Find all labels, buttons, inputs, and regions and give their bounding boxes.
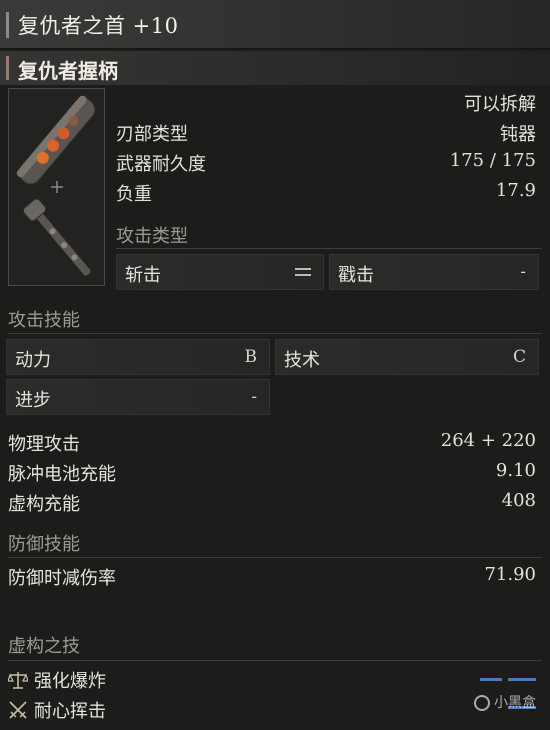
slash-cell: 斩击 xyxy=(116,254,324,290)
watermark: 小黑盒 xyxy=(474,692,536,712)
advance-cell: 进步 - xyxy=(6,379,270,415)
slash-label: 斩击 xyxy=(125,265,161,286)
pierce-value: - xyxy=(520,262,526,282)
weight-value: 17.9 xyxy=(495,180,536,201)
fable-gauge-segment-2 xyxy=(508,678,536,681)
advance-label: 进步 xyxy=(15,390,51,411)
balance-scale-icon xyxy=(8,672,28,689)
guard-reduction-label: 防御时减伤率 xyxy=(8,568,116,589)
fable-art-2: 耐心挥击 xyxy=(8,697,106,723)
motivity-grade: B xyxy=(244,347,258,367)
subtitle-accent xyxy=(6,56,9,80)
attack-type-heading: 攻击类型 xyxy=(116,226,188,247)
weight-label: 负重 xyxy=(116,184,152,205)
blade-type-label: 刃部类型 xyxy=(116,124,188,145)
guard-reduction-value: 71.90 xyxy=(484,564,536,585)
physical-attack-value: 264 + 220 xyxy=(440,430,536,451)
pulse-cell-value: 9.10 xyxy=(495,460,536,481)
blade-type-value: 钝器 xyxy=(500,124,536,145)
equals-icon xyxy=(295,268,311,276)
crossed-swords-icon xyxy=(9,701,27,719)
technique-label: 技术 xyxy=(284,350,320,371)
fable-gauge-segment-1 xyxy=(480,678,502,681)
pierce-cell: 戳击 - xyxy=(329,254,539,290)
physical-attack-label: 物理攻击 xyxy=(8,434,80,455)
fable-arts-divider xyxy=(8,660,542,661)
technique-cell: 技术 C xyxy=(275,339,539,375)
pierce-label: 戳击 xyxy=(338,265,374,286)
fable-arts-heading: 虚构之技 xyxy=(8,636,80,657)
watermark-logo-icon xyxy=(474,695,490,711)
durability-value: 175 / 175 xyxy=(449,150,536,171)
attack-skill-heading: 攻击技能 xyxy=(8,310,80,331)
fable-charge-value: 408 xyxy=(501,490,536,511)
fable-art-2-label: 耐心挥击 xyxy=(34,701,106,722)
defense-divider xyxy=(8,557,542,558)
advance-grade: - xyxy=(251,387,257,407)
weapon-image xyxy=(8,88,105,286)
fable-art-1-label: 强化爆炸 xyxy=(34,671,106,692)
technique-grade: C xyxy=(512,347,526,367)
detachable-status: 可以拆解 xyxy=(464,94,536,115)
pulse-cell-label: 脉冲电池充能 xyxy=(8,464,116,485)
plus-icon xyxy=(51,181,63,193)
attack-type-divider xyxy=(116,248,542,249)
motivity-label: 动力 xyxy=(15,350,51,371)
watermark-text: 小黑盒 xyxy=(494,695,536,711)
defense-skill-heading: 防御技能 xyxy=(8,534,80,555)
durability-label: 武器耐久度 xyxy=(116,154,206,175)
weapon-title: 复仇者之首 +10 xyxy=(18,14,179,38)
title-accent xyxy=(6,12,9,38)
fable-art-1: 强化爆炸 xyxy=(8,667,106,693)
handle-name: 复仇者握柄 xyxy=(18,59,118,83)
motivity-cell: 动力 B xyxy=(6,339,270,375)
attack-skill-divider xyxy=(8,333,542,334)
weapon-illustration xyxy=(16,95,96,276)
fable-charge-label: 虚构充能 xyxy=(8,494,80,515)
